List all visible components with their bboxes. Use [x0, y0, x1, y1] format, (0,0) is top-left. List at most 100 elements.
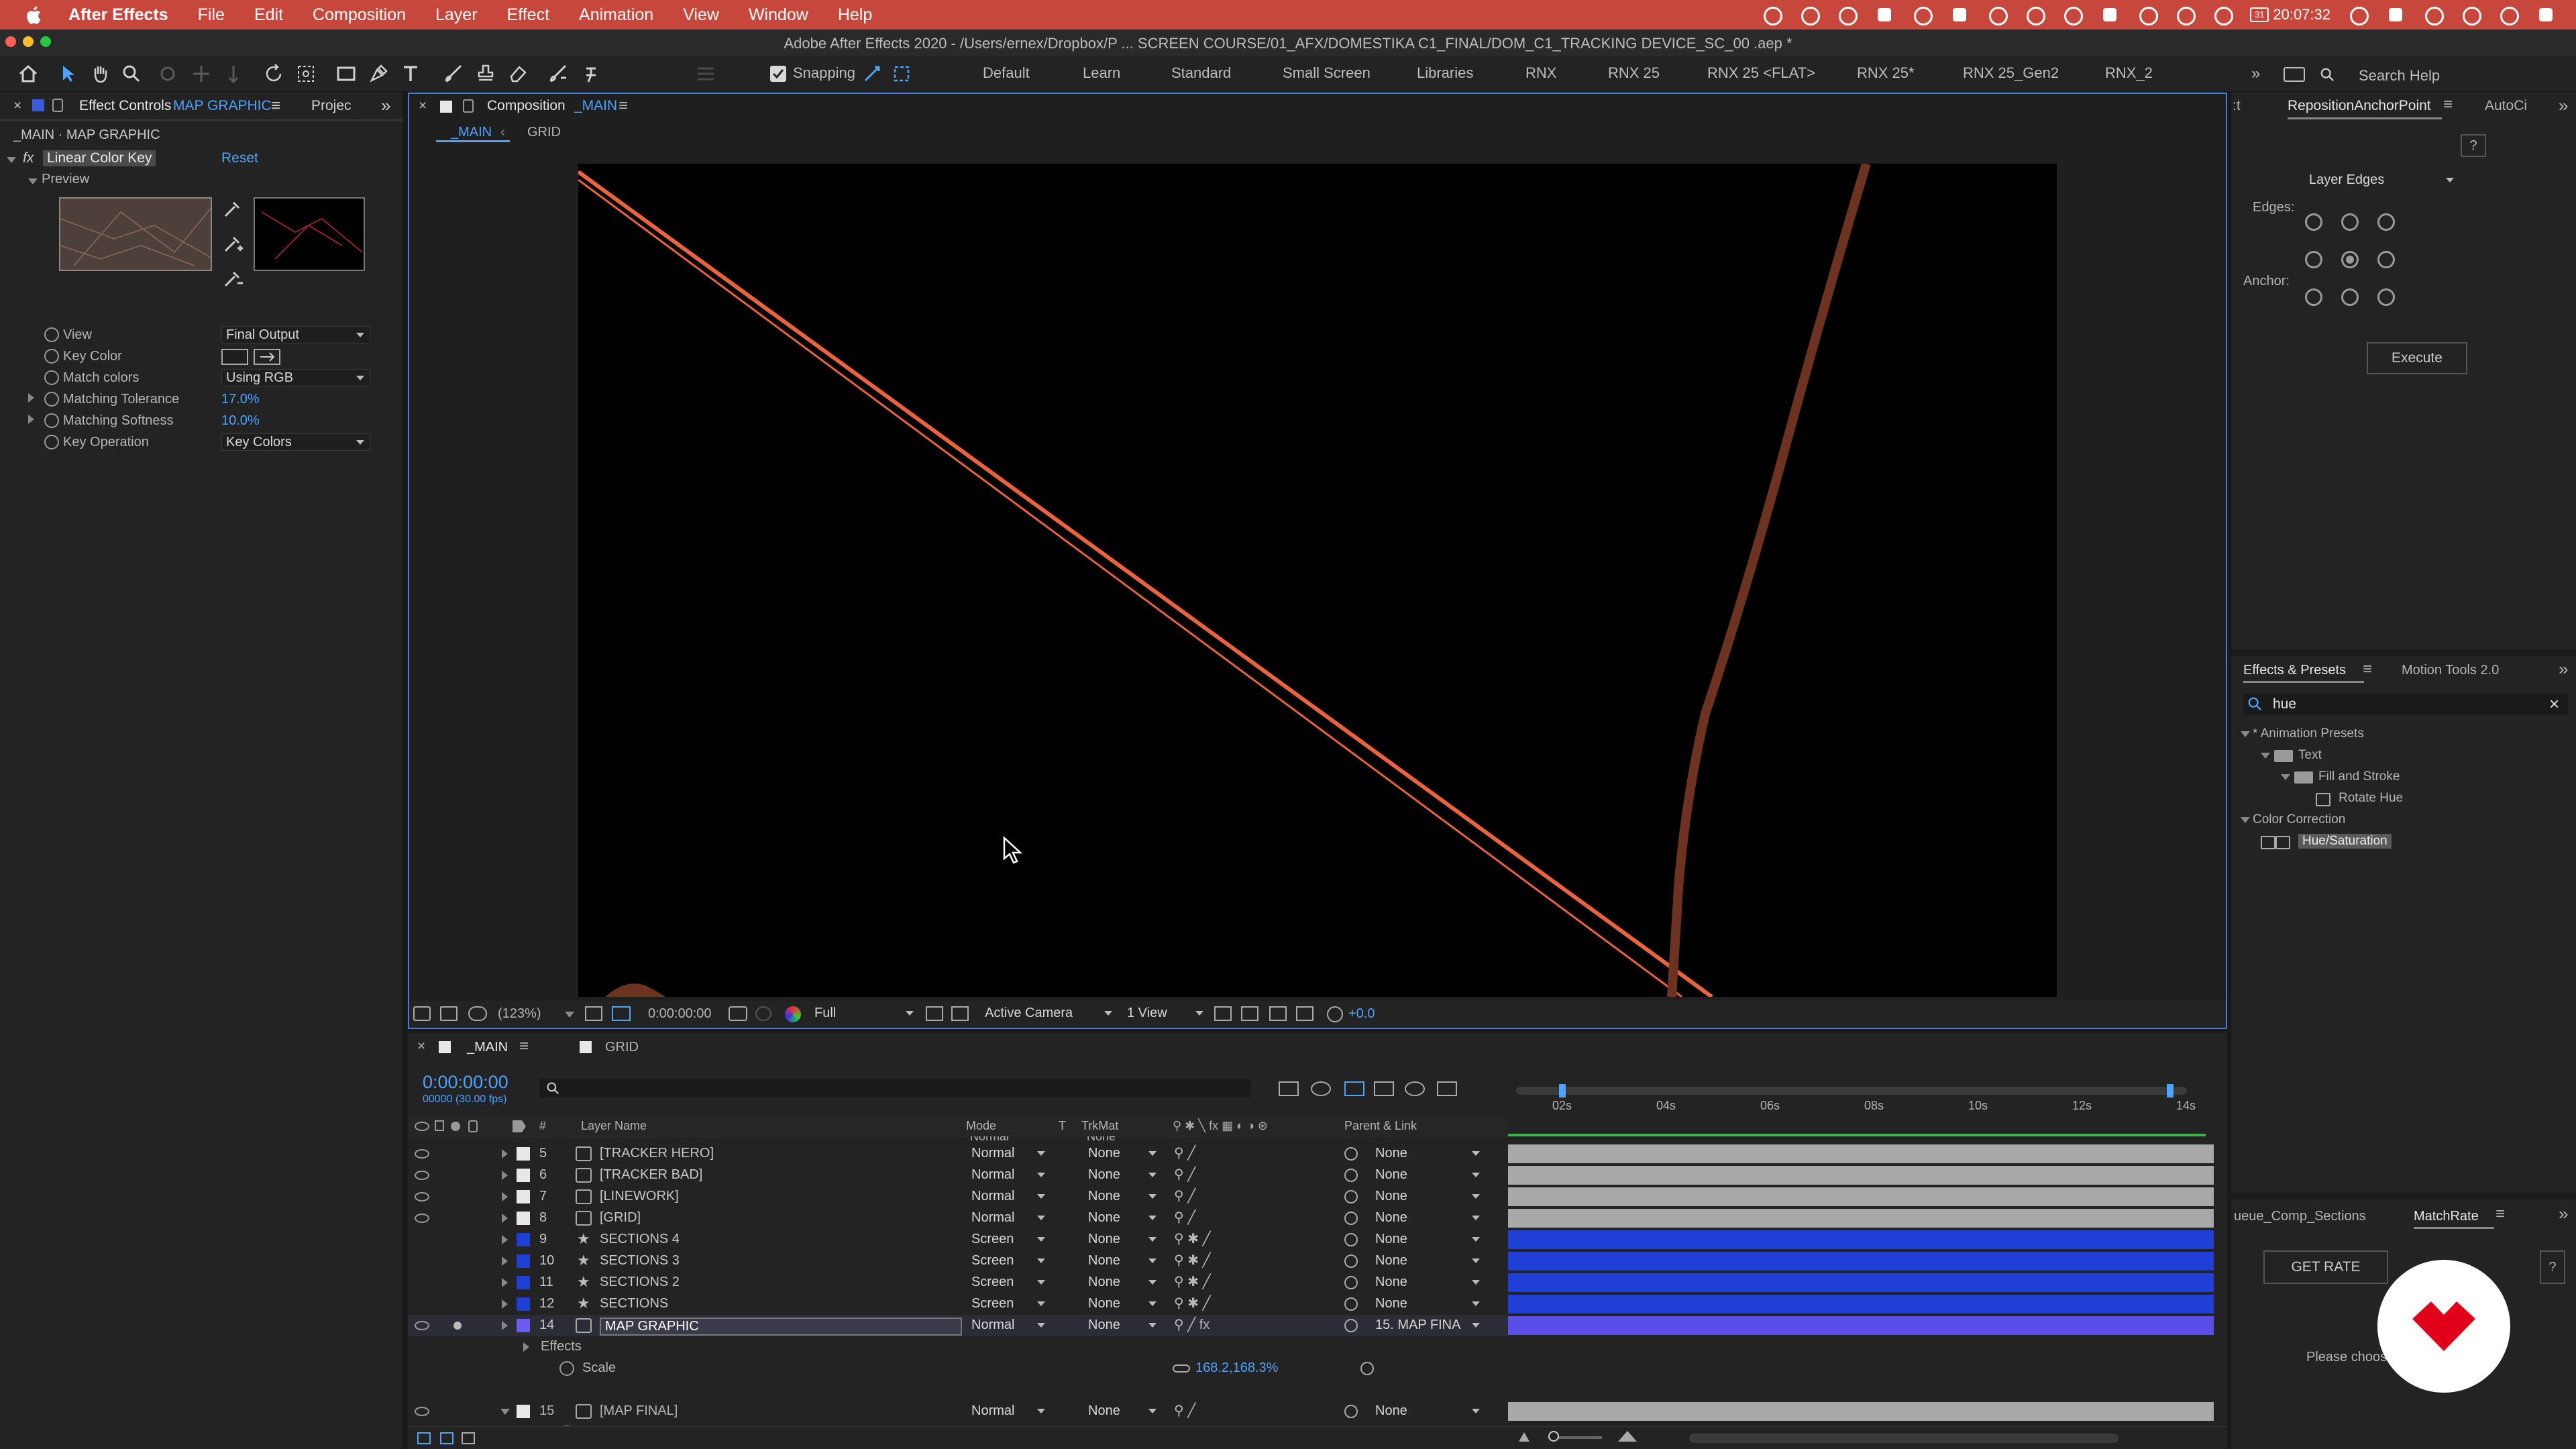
composition-tab[interactable]: Composition [487, 98, 566, 114]
parent-pickwhip-icon[interactable] [1344, 1297, 1358, 1311]
timeline-tab-grid[interactable]: GRID [605, 1040, 639, 1055]
layer-name[interactable]: SECTIONS 4 [600, 1232, 680, 1247]
timeline-layer-row[interactable]: 15 [MAP FINAL] Normal None ⚲ ╱ None [408, 1401, 1508, 1422]
effects-menu-icon[interactable]: ≡ [2363, 660, 2372, 679]
target-icon[interactable] [2062, 5, 2084, 25]
layer-trkmat-dropdown[interactable]: None [1084, 1274, 1162, 1291]
rotate-tool-icon[interactable] [263, 63, 284, 85]
layer-label-color[interactable] [517, 1276, 530, 1289]
layer-duration-bar[interactable] [1508, 1252, 2214, 1271]
calendar-badge[interactable]: 31 20:07:32 [2250, 6, 2330, 23]
eraser-tool-icon[interactable] [507, 63, 529, 85]
autocrop-tab[interactable]: AutoCi [2485, 98, 2527, 114]
layer-expand-icon[interactable] [502, 1192, 508, 1201]
reposition-left-tab-stub[interactable]: :t [2233, 98, 2241, 114]
menu-edit[interactable]: Edit [254, 5, 283, 25]
softness-stopwatch-icon[interactable] [44, 413, 59, 428]
camera-dropdown[interactable]: Active Camera [981, 1005, 1118, 1022]
layer-trkmat-dropdown[interactable]: None [1084, 1252, 1162, 1270]
apple-icon[interactable] [25, 5, 44, 25]
workspace-rnx25[interactable]: RNX 25 [1608, 64, 1660, 82]
eyedropper-minus-icon[interactable] [223, 268, 243, 288]
layer-expand-icon[interactable] [502, 1171, 508, 1180]
dolly-camera-icon[interactable] [223, 63, 244, 85]
flowchart-icon[interactable] [1296, 1006, 1313, 1021]
layer-trkmat-dropdown[interactable]: None [1084, 1317, 1162, 1334]
parent-pickwhip-icon[interactable] [1344, 1190, 1358, 1203]
snap-edges-icon[interactable] [861, 63, 883, 85]
workspace-rnx[interactable]: RNX [1525, 64, 1556, 82]
solo-column-icon[interactable] [451, 1122, 460, 1131]
layer-parent-dropdown[interactable]: None [1371, 1167, 1485, 1184]
timeline-zoom-handle[interactable] [1548, 1431, 1559, 1442]
layer-name[interactable]: [GRID] [600, 1210, 641, 1226]
workspace-rnx25-flat[interactable]: RNX 25 <FLAT> [1707, 64, 1815, 82]
key-operation-dropdown[interactable]: Key Colors [221, 433, 370, 451]
layer-mode-dropdown[interactable]: Screen [967, 1295, 1051, 1313]
layer-switches[interactable]: ⚲ ╱ fx [1174, 1316, 1210, 1333]
effects-tree-item[interactable]: Color Correction [2241, 810, 2553, 830]
layer-switches-toggle-icon[interactable] [417, 1432, 431, 1444]
layer-trkmat-dropdown[interactable]: None [1084, 1145, 1162, 1163]
layer-duration-bar[interactable] [1508, 1187, 2214, 1206]
workspace-standard[interactable]: Standard [1171, 64, 1231, 82]
modes-toggle-icon[interactable] [440, 1432, 453, 1444]
layer-collapse-icon[interactable] [500, 1409, 510, 1415]
project-tab[interactable]: Projec [311, 98, 352, 114]
anchor-radio-bottom-left[interactable] [2305, 288, 2322, 306]
layer-switches[interactable]: ⚲ ╱ [1174, 1187, 1195, 1204]
visibility-eye-icon[interactable] [415, 1407, 429, 1416]
timeline-icon[interactable] [1269, 1006, 1287, 1021]
tree-expand-icon[interactable] [2281, 774, 2290, 780]
menu-composition[interactable]: Composition [313, 5, 406, 25]
layer-parent-dropdown[interactable]: None [1371, 1295, 1485, 1313]
tolerance-stopwatch-icon[interactable] [44, 392, 59, 407]
layer-mode-dropdown[interactable]: Normal [967, 1210, 1051, 1227]
layer-duration-bar[interactable] [1508, 1295, 2214, 1313]
panel-overflow-icon[interactable]: » [381, 95, 390, 116]
matching-tolerance-value[interactable]: 17.0% [221, 392, 260, 407]
effects-tree-item[interactable]: Hue/Saturation [2261, 832, 2553, 852]
layer-parent-dropdown[interactable]: None [1371, 1252, 1485, 1270]
comp-timecode[interactable]: 0:00:00:00 [648, 1006, 712, 1022]
lock-icon[interactable] [52, 99, 63, 112]
exposure-reset-icon[interactable] [1327, 1006, 1343, 1022]
layer-name[interactable]: SECTIONS 3 [600, 1253, 680, 1269]
layer-mode-dropdown[interactable]: Screen [967, 1231, 1051, 1248]
control-center-icon[interactable] [2536, 5, 2556, 25]
layer-mode-dropdown[interactable]: Screen [967, 1252, 1051, 1270]
match-colors-stopwatch-icon[interactable] [44, 370, 59, 385]
layer-name[interactable]: MAP GRAPHIC [600, 1318, 962, 1336]
workspace-rnx25-gen2[interactable]: RNX 25_Gen2 [1963, 64, 2059, 82]
safe-margins-icon[interactable] [585, 1006, 602, 1021]
effects-search-input[interactable]: hue × [2243, 694, 2568, 715]
layer-switches[interactable]: ⚲ ✱ ╱ [1174, 1230, 1211, 1247]
reset-button[interactable]: Reset [221, 150, 258, 166]
workspace-rnx2[interactable]: RNX_2 [2105, 64, 2153, 82]
adobe-icon[interactable] [1949, 5, 1970, 25]
parent-pickwhip-icon[interactable] [1344, 1254, 1358, 1268]
orbit-camera-icon[interactable] [157, 63, 178, 85]
reposition-help-button[interactable]: ? [2461, 134, 2486, 157]
scale-value-14[interactable]: 168.2,168.3% [1195, 1360, 1278, 1376]
video-column-icon[interactable] [415, 1122, 429, 1131]
switches-column-icon[interactable]: ⚲ ✱ ╲ fx ▦ ◐ ◑ ⊛ [1173, 1119, 1268, 1133]
scale-pickwhip-icon[interactable] [1360, 1362, 1374, 1375]
key-color-stopwatch-icon[interactable] [44, 349, 59, 364]
matchrate-menu-icon[interactable]: ≡ [2496, 1205, 2505, 1224]
work-area-start-handle[interactable] [1559, 1084, 1566, 1097]
sync-settings-icon[interactable] [2284, 67, 2305, 82]
workspace-default[interactable]: Default [983, 64, 1030, 82]
timeline-scrollbar[interactable] [1689, 1434, 2118, 1443]
key-color-eyedropper-icon[interactable] [254, 349, 280, 365]
effects-group-row[interactable]: Effects [408, 1336, 1508, 1358]
roto-brush-tool-icon[interactable] [547, 63, 569, 85]
rocket-icon[interactable] [2025, 5, 2046, 25]
layer-name[interactable]: SECTIONS 2 [600, 1275, 680, 1290]
zoom-in-icon[interactable] [1618, 1431, 1637, 1442]
layer-search-input[interactable] [539, 1079, 1250, 1097]
layer-label-color[interactable] [517, 1405, 530, 1418]
shy-layers-icon[interactable] [1344, 1081, 1364, 1096]
parent-pickwhip-icon[interactable] [1344, 1319, 1358, 1332]
zoom-dropdown-arrow[interactable] [565, 1012, 574, 1018]
